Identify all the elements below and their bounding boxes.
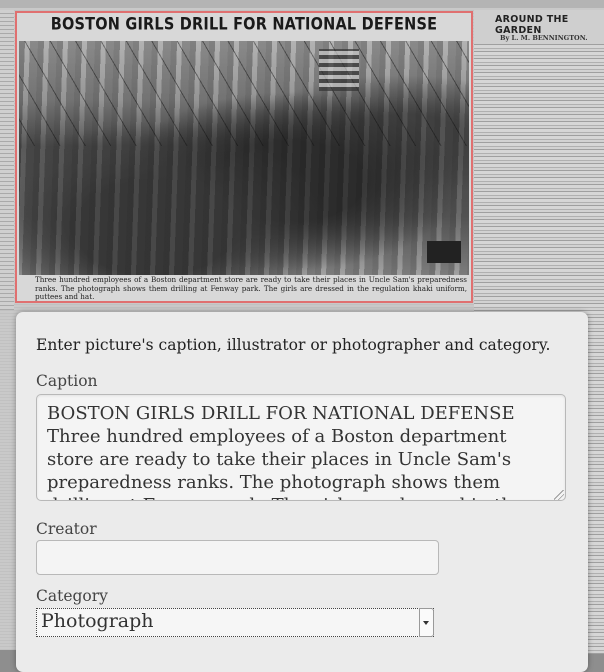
caption-label: Caption — [36, 372, 98, 390]
textarea-resize-handle[interactable] — [554, 490, 564, 500]
photo-texture-crowd — [19, 41, 469, 275]
right-column-byline: By L. M. BENNINGTON. — [500, 34, 588, 42]
right-column-heading: AROUND THE GARDEN — [495, 14, 569, 36]
selected-photo-region[interactable]: BOSTON GIRLS DRILL FOR NATIONAL DEFENSE … — [15, 11, 473, 303]
creator-input[interactable] — [36, 540, 439, 575]
dialog-prompt: Enter picture's caption, illustrator or … — [36, 336, 551, 354]
category-label: Category — [36, 587, 108, 605]
creator-label: Creator — [36, 520, 97, 538]
photo-caption-text: Three hundred employees of a Boston depa… — [35, 275, 467, 302]
chevron-down-icon[interactable] — [419, 608, 434, 637]
category-selected-value: Photograph — [41, 610, 154, 632]
photo-title: BOSTON GIRLS DRILL FOR NATIONAL DEFENSE — [50, 15, 438, 35]
left-text-column — [0, 10, 14, 310]
caption-dialog: Enter picture's caption, illustrator or … — [16, 312, 588, 672]
page-top-strip — [0, 0, 604, 8]
photo-flag — [319, 49, 359, 91]
copyright-stamp — [427, 241, 461, 263]
category-select[interactable]: Photograph — [36, 608, 434, 637]
photo-image — [19, 41, 469, 275]
caption-textarea[interactable]: BOSTON GIRLS DRILL FOR NATIONAL DEFENSE … — [36, 394, 566, 501]
